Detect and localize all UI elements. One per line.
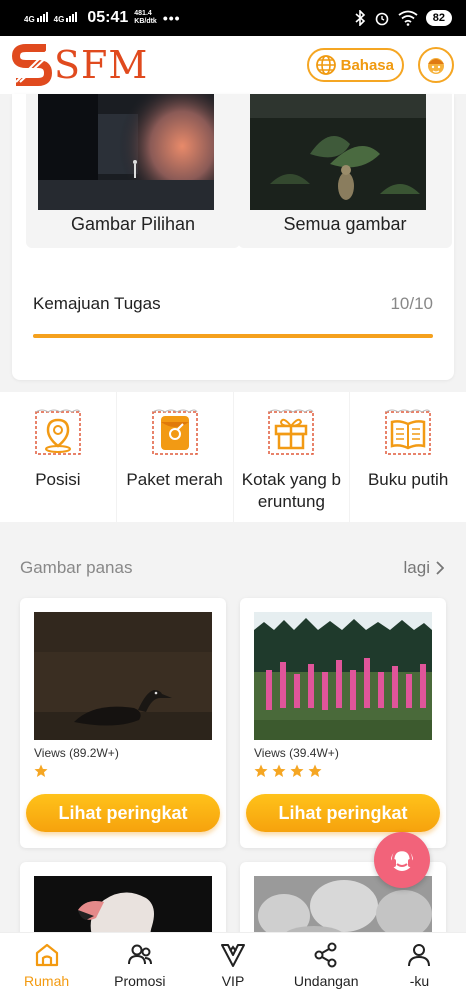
task-progress-count: 10/10 xyxy=(390,294,433,313)
alarm-icon xyxy=(375,12,389,26)
network-label-1: 4G xyxy=(24,15,35,24)
nav-profile[interactable]: -ku xyxy=(373,933,466,1000)
view-ranking-button[interactable]: Lihat peringkat xyxy=(246,794,440,832)
more-notifications: ••• xyxy=(162,10,181,26)
quick-menu-white-paper[interactable]: Buku putih xyxy=(350,392,466,522)
hot-picture-card[interactable]: Views (39.4W+) Lihat peringkat xyxy=(240,598,446,848)
red-packet-icon xyxy=(151,409,198,455)
users-icon xyxy=(127,944,152,965)
quick-menu-position-label: Posisi xyxy=(35,470,81,489)
globe-icon xyxy=(315,55,336,75)
signal-2: 4G xyxy=(54,12,78,24)
star-icon xyxy=(254,764,268,777)
customer-support-button[interactable] xyxy=(374,832,430,888)
home-icon xyxy=(35,943,58,967)
hot-picture-image-flowers xyxy=(254,612,432,740)
nav-vip-label: VIP xyxy=(221,973,245,989)
gift-box-icon xyxy=(268,409,315,455)
status-bar: 4G 4G 05:41 481.4 KB/dtk ••• 82 xyxy=(0,0,466,36)
task-progress-fill xyxy=(33,334,433,338)
quick-menu-red-packet[interactable]: Paket merah xyxy=(117,392,234,522)
share-icon xyxy=(314,942,337,968)
nav-promotion-label: Promosi xyxy=(114,973,166,989)
star-icon xyxy=(290,764,304,777)
tile-all-pictures[interactable]: Semua gambar xyxy=(238,94,452,248)
task-progress-bar xyxy=(33,334,433,338)
headset-icon xyxy=(391,848,413,871)
brand-name: SFM xyxy=(54,43,149,87)
hot-pictures-title: Gambar panas xyxy=(20,558,133,577)
location-icon xyxy=(35,409,81,455)
star-icon xyxy=(34,764,48,777)
signal-1: 4G xyxy=(24,12,48,24)
nav-promotion[interactable]: Promosi xyxy=(93,933,186,1000)
language-button[interactable]: Bahasa xyxy=(306,48,404,82)
view-ranking-button[interactable]: Lihat peringkat xyxy=(26,794,220,832)
customer-face-icon xyxy=(428,58,444,74)
network-label-2: 4G xyxy=(53,15,65,24)
hot-picture-card[interactable]: Views (89.2W+) Lihat peringkat xyxy=(20,598,226,848)
bottom-navigation: Rumah Promosi VIP Undangan -ku xyxy=(0,932,466,1000)
views-count: Views (89.2W+) xyxy=(34,746,119,760)
wifi-icon xyxy=(398,10,418,26)
app-header: SFM Bahasa xyxy=(0,36,466,94)
bluetooth-icon xyxy=(355,10,365,26)
nav-home[interactable]: Rumah xyxy=(0,933,93,1000)
featured-pictures-image xyxy=(38,94,214,210)
clock: 05:41 xyxy=(87,9,129,26)
hot-picture-image-bird xyxy=(34,612,212,740)
language-label: Bahasa xyxy=(340,56,394,74)
views-count: Views (39.4W+) xyxy=(254,746,339,760)
tile-label-all: Semua gambar xyxy=(283,214,407,234)
quick-menu-red-packet-label: Paket merah xyxy=(126,470,223,489)
tile-label-featured: Gambar Pilihan xyxy=(70,214,196,234)
more-label: lagi xyxy=(403,558,430,577)
net-speed: 481.4 KB/dtk xyxy=(134,10,157,26)
star-icon xyxy=(308,764,322,777)
quick-menu-position[interactable]: Posisi xyxy=(0,392,117,522)
quick-menu-white-paper-label: Buku putih xyxy=(367,470,449,489)
top-card: Gambar Pilihan Semua gambar Kemajuan Tug… xyxy=(12,94,454,380)
book-icon xyxy=(385,409,431,455)
rating-stars xyxy=(254,764,322,778)
chevron-right-icon xyxy=(436,561,444,575)
nav-profile-label: -ku xyxy=(409,973,430,989)
star-icon xyxy=(272,764,286,777)
task-progress-title: Kemajuan Tugas xyxy=(33,294,161,313)
profile-icon xyxy=(408,944,431,967)
rating-stars xyxy=(34,764,48,778)
net-speed-unit: KB/dtk xyxy=(134,18,157,25)
net-speed-value: 481.4 xyxy=(134,10,152,17)
hot-picture-card[interactable] xyxy=(20,862,226,942)
brand-logo: SFM xyxy=(12,42,148,88)
tile-featured-pictures[interactable]: Gambar Pilihan xyxy=(26,94,240,248)
nav-invitation[interactable]: Undangan xyxy=(280,933,373,1000)
nav-vip[interactable]: VIP xyxy=(186,933,279,1000)
all-pictures-image xyxy=(250,94,426,210)
quick-menu: Posisi Paket merah Kotak yang b eruntung xyxy=(0,392,466,522)
vip-icon xyxy=(221,944,245,967)
battery-indicator: 82 xyxy=(425,10,452,26)
avatar[interactable] xyxy=(418,47,454,83)
quick-menu-lucky-box[interactable]: Kotak yang b eruntung xyxy=(234,392,351,522)
brand-s-icon xyxy=(12,44,52,86)
quick-menu-lucky-box-label: Kotak yang b eruntung xyxy=(241,470,341,511)
hot-pictures-more-link[interactable]: lagi xyxy=(404,558,444,578)
nav-invitation-label: Undangan xyxy=(293,973,359,989)
nav-home-label: Rumah xyxy=(24,973,70,989)
